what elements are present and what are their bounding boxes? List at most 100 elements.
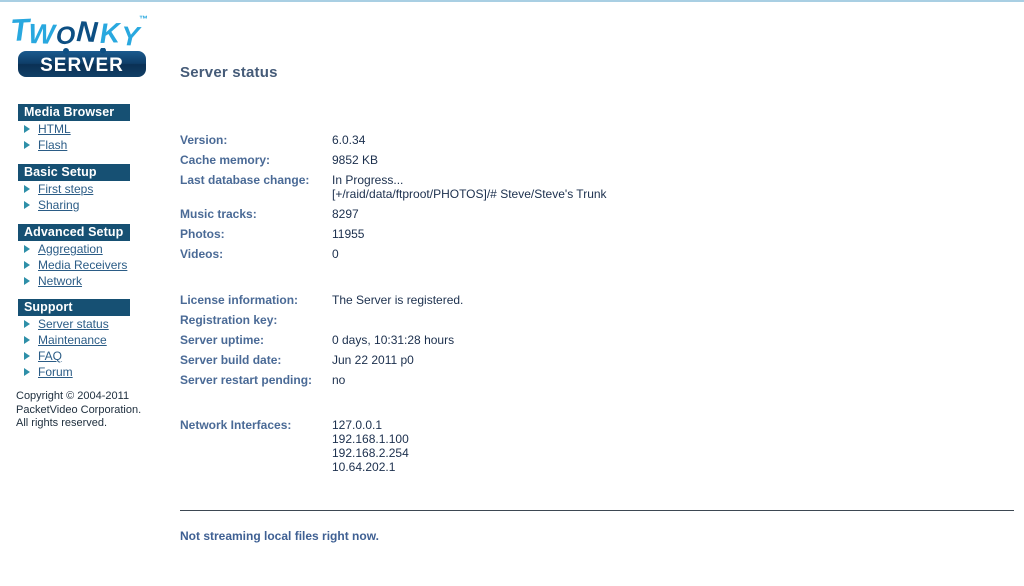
sidebar-item-html[interactable]: HTML bbox=[18, 121, 130, 137]
arrow-right-icon bbox=[24, 368, 30, 376]
svg-text:K: K bbox=[99, 17, 122, 49]
table-row-license-information: License information: The Server is regis… bbox=[180, 293, 463, 313]
nav-list-advanced-setup: Aggregation Media Receivers Network bbox=[18, 241, 130, 289]
nav-group-basic-setup: Basic Setup First steps Sharing bbox=[18, 164, 130, 213]
label-cache-memory: Cache memory: bbox=[180, 153, 271, 167]
nav-group-support: Support Server status Maintenance FAQ Fo… bbox=[18, 299, 130, 380]
sidebar-item-network[interactable]: Network bbox=[18, 273, 130, 289]
svg-text:SERVER: SERVER bbox=[40, 55, 124, 76]
svg-text:N: N bbox=[76, 16, 100, 49]
sidebar-item-aggregation[interactable]: Aggregation bbox=[18, 241, 130, 257]
page-title: Server status bbox=[180, 64, 278, 81]
label-server-restart-pending: Server restart pending: bbox=[180, 373, 313, 387]
sidebar-link-first-steps[interactable]: First steps bbox=[38, 182, 93, 196]
label-license-information: License information: bbox=[180, 293, 299, 307]
copyright-line-1: Copyright © 2004-2011 bbox=[16, 390, 130, 402]
label-music-tracks: Music tracks: bbox=[180, 207, 257, 221]
sidebar-link-html[interactable]: HTML bbox=[38, 122, 71, 136]
sidebar-link-flash[interactable]: Flash bbox=[38, 138, 67, 152]
table-row-photos: Photos: 11955 bbox=[180, 227, 607, 247]
server-info-table: Version: 6.0.34 Cache memory: 9852 KB La… bbox=[180, 133, 607, 267]
arrow-right-icon bbox=[24, 125, 30, 133]
network-interfaces-table: Network Interfaces: 127.0.0.1 192.168.1.… bbox=[180, 418, 409, 474]
twonky-logo[interactable]: T W O N K Y ™ SERVER bbox=[10, 8, 150, 86]
sidebar-item-server-status[interactable]: Server status bbox=[18, 316, 130, 332]
arrow-right-icon bbox=[24, 336, 30, 344]
server-badge-icon: SERVER bbox=[18, 48, 146, 77]
sidebar-item-media-receivers[interactable]: Media Receivers bbox=[18, 257, 130, 273]
table-row-cache-memory: Cache memory: 9852 KB bbox=[180, 153, 607, 173]
arrow-right-icon bbox=[24, 185, 30, 193]
nav-list-support: Server status Maintenance FAQ Forum bbox=[18, 316, 130, 380]
label-network-interfaces: Network Interfaces: bbox=[180, 418, 292, 432]
value-last-database-change-path: [+/raid/data/ftproot/PHOTOS]/# Steve/Ste… bbox=[332, 187, 607, 201]
label-last-database-change: Last database change: bbox=[180, 173, 310, 187]
sidebar-item-first-steps[interactable]: First steps bbox=[18, 181, 130, 197]
network-interface-item: 10.64.202.1 bbox=[332, 460, 396, 474]
value-photos: 11955 bbox=[332, 227, 365, 241]
svg-text:W: W bbox=[28, 18, 58, 50]
copyright-line-3: All rights reserved. bbox=[16, 417, 108, 429]
label-videos: Videos: bbox=[180, 247, 224, 261]
value-server-build-date: Jun 22 2011 p0 bbox=[332, 353, 414, 367]
network-interface-item: 192.168.2.254 bbox=[332, 446, 409, 460]
value-server-restart-pending: no bbox=[332, 373, 346, 387]
table-row-server-uptime: Server uptime: 0 days, 10:31:28 hours bbox=[180, 333, 463, 353]
sidebar-link-forum[interactable]: Forum bbox=[38, 365, 73, 379]
copyright-notice: Copyright © 2004-2011 PacketVideo Corpor… bbox=[16, 390, 166, 431]
main-content: Server status Version: 6.0.34 Cache memo… bbox=[170, 2, 1024, 586]
nav-group-media-browser: Media Browser HTML Flash bbox=[18, 104, 130, 153]
sidebar: T W O N K Y ™ SERVER Media Browser HTML … bbox=[0, 2, 170, 586]
sidebar-link-aggregation[interactable]: Aggregation bbox=[38, 242, 103, 256]
twonky-wordmark-icon: T W O N K Y ™ bbox=[10, 12, 148, 52]
value-cache-memory: 9852 KB bbox=[332, 153, 379, 167]
svg-text:O: O bbox=[56, 22, 76, 50]
sidebar-link-sharing[interactable]: Sharing bbox=[38, 198, 79, 212]
nav-group-advanced-setup: Advanced Setup Aggregation Media Receive… bbox=[18, 224, 130, 289]
value-music-tracks: 8297 bbox=[332, 207, 359, 221]
nav-list-media-browser: HTML Flash bbox=[18, 121, 130, 153]
nav-group-title-advanced-setup: Advanced Setup bbox=[18, 224, 130, 241]
table-row-server-restart-pending: Server restart pending: no bbox=[180, 373, 463, 393]
value-network-interfaces: 127.0.0.1 192.168.1.100 192.168.2.254 10… bbox=[332, 418, 409, 474]
sidebar-link-network[interactable]: Network bbox=[38, 274, 82, 288]
sidebar-item-flash[interactable]: Flash bbox=[18, 137, 130, 153]
arrow-right-icon bbox=[24, 141, 30, 149]
nav-group-title-basic-setup: Basic Setup bbox=[18, 164, 130, 181]
value-license-information: The Server is registered. bbox=[332, 293, 464, 307]
table-row-network-interfaces: Network Interfaces: 127.0.0.1 192.168.1.… bbox=[180, 418, 409, 474]
label-server-build-date: Server build date: bbox=[180, 353, 282, 367]
label-version: Version: bbox=[180, 133, 228, 147]
arrow-right-icon bbox=[24, 245, 30, 253]
sidebar-item-faq[interactable]: FAQ bbox=[18, 348, 130, 364]
table-row-videos: Videos: 0 bbox=[180, 247, 607, 267]
arrow-right-icon bbox=[24, 201, 30, 209]
twonky-server-admin-page: T W O N K Y ™ SERVER Media Browser HTML … bbox=[0, 0, 1024, 584]
arrow-right-icon bbox=[24, 261, 30, 269]
table-row-version: Version: 6.0.34 bbox=[180, 133, 607, 153]
value-server-uptime: 0 days, 10:31:28 hours bbox=[332, 333, 455, 347]
table-row-registration-key: Registration key: bbox=[180, 313, 463, 333]
network-interface-item: 192.168.1.100 bbox=[332, 432, 409, 446]
nav-group-title-media-browser: Media Browser bbox=[18, 104, 130, 121]
sidebar-item-forum[interactable]: Forum bbox=[18, 364, 130, 380]
value-last-database-change: In Progress... [+/raid/data/ftproot/PHOT… bbox=[332, 173, 607, 201]
sidebar-link-server-status[interactable]: Server status bbox=[38, 317, 109, 331]
value-version: 6.0.34 bbox=[332, 133, 366, 147]
sidebar-link-maintenance[interactable]: Maintenance bbox=[38, 333, 107, 347]
sidebar-link-media-receivers[interactable]: Media Receivers bbox=[38, 258, 127, 272]
value-videos: 0 bbox=[332, 247, 339, 261]
copyright-line-2: PacketVideo Corporation. bbox=[16, 403, 142, 416]
table-row-server-build-date: Server build date: Jun 22 2011 p0 bbox=[180, 353, 463, 373]
value-last-database-change-status: In Progress... bbox=[332, 173, 404, 187]
nav-list-basic-setup: First steps Sharing bbox=[18, 181, 130, 213]
arrow-right-icon bbox=[24, 277, 30, 285]
label-registration-key: Registration key: bbox=[180, 313, 278, 327]
value-registration-key bbox=[332, 313, 463, 333]
table-row-music-tracks: Music tracks: 8297 bbox=[180, 201, 607, 227]
sidebar-link-faq[interactable]: FAQ bbox=[38, 349, 62, 363]
arrow-right-icon bbox=[24, 352, 30, 360]
sidebar-item-sharing[interactable]: Sharing bbox=[18, 197, 130, 213]
license-info-table: License information: The Server is regis… bbox=[180, 293, 463, 393]
sidebar-item-maintenance[interactable]: Maintenance bbox=[18, 332, 130, 348]
